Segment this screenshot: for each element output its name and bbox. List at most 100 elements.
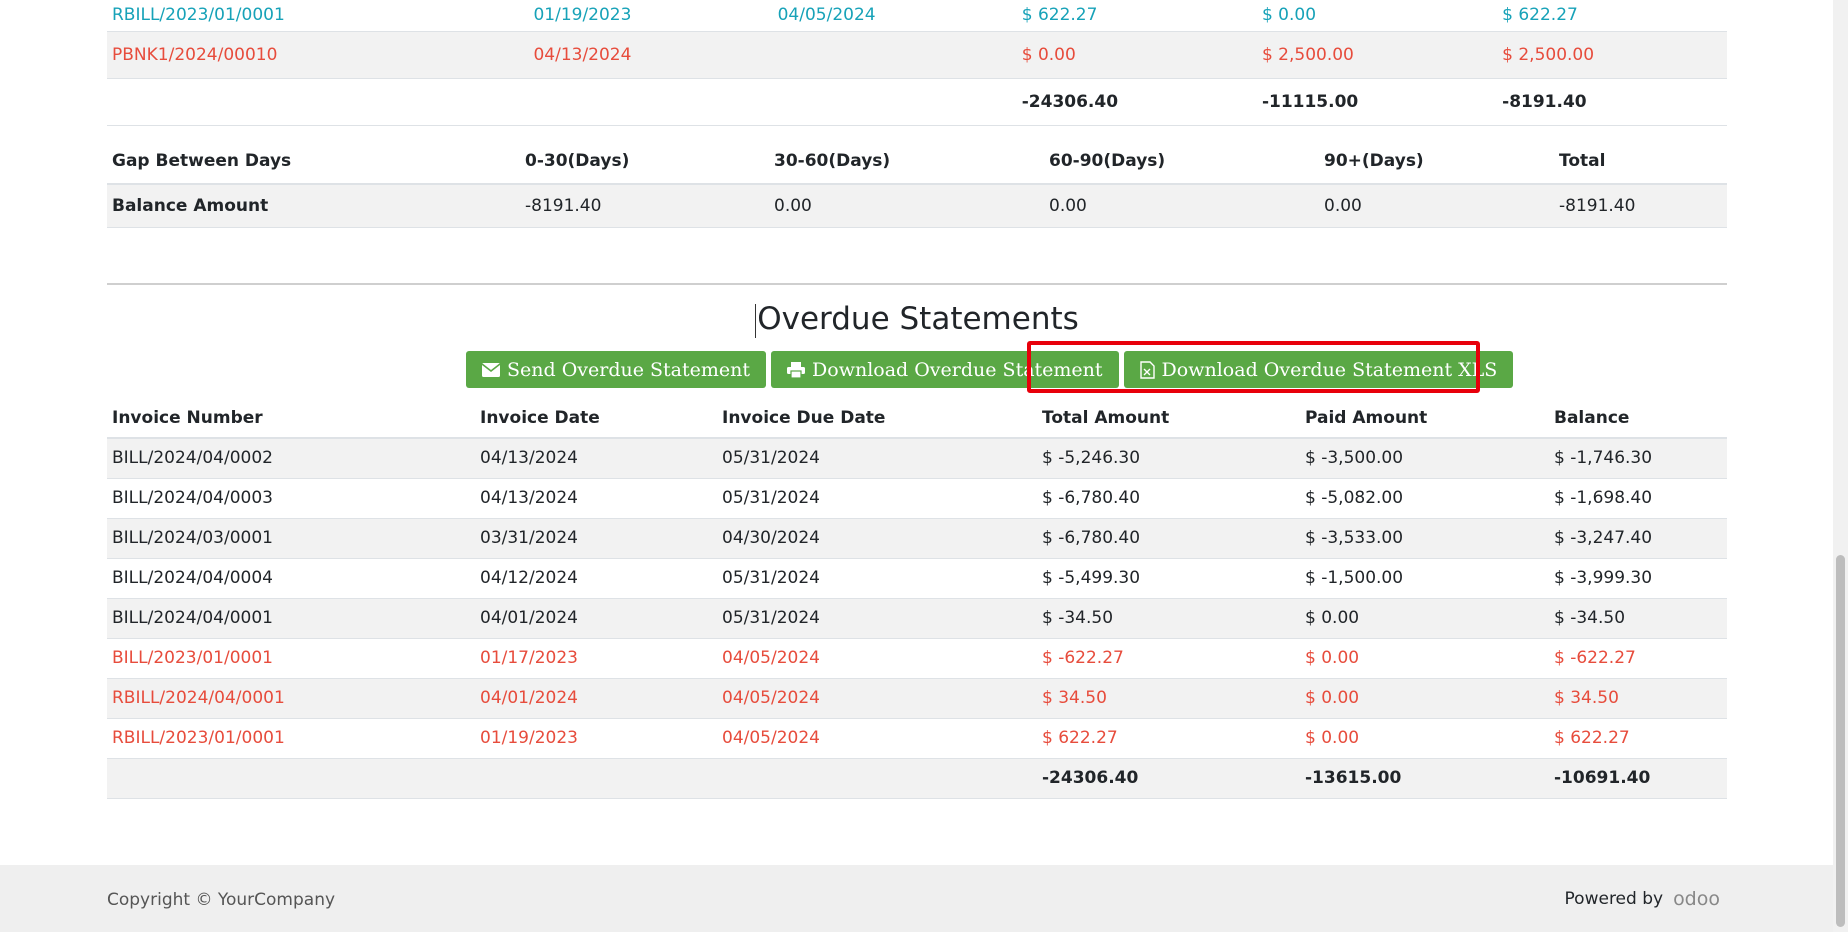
overdue-cell: BILL/2024/03/0001 [112,528,273,548]
overdue-cell: $ 0.00 [1305,608,1360,628]
overdue-cell: $ -1,500.00 [1305,568,1404,588]
overdue-row[interactable]: BILL/2024/04/0004 04/12/2024 05/31/2024 $ -… [107,558,1727,598]
overdue-cell: $ -5,082.00 [1305,488,1404,508]
overdue-cell: $ 34.50 [1042,688,1107,708]
aging-row: Balance Amount -8191.40 0.00 0.00 0.00 -… [107,183,1727,228]
overdue-cell: $ 0.00 [1305,648,1360,668]
overdue-cell: BILL/2024/04/0004 [112,568,273,588]
copyright-text: Copyright © YourCompany [107,890,336,910]
top-cell: $ 2,500.00 [1502,44,1595,65]
section-divider [107,283,1727,285]
overdue-cell: $ 622.27 [1042,728,1118,748]
top-cell: 01/19/2023 [533,5,632,26]
overdue-row[interactable]: BILL/2023/01/0001 01/17/2023 04/05/2024 $ -… [107,638,1727,678]
top-total-cell [107,78,528,125]
overdue-row[interactable]: BILL/2024/04/0002 04/13/2024 05/31/2024 $ -… [107,438,1727,478]
top-total-cell: -11115.00 [1261,91,1359,112]
overdue-cell: 01/19/2023 [480,728,578,748]
top-cell: $ 2,500.00 [1261,44,1354,65]
overdue-header: Paid Amount [1305,407,1428,428]
overdue-cell: 04/13/2024 [480,488,578,508]
overdue-cell: 03/31/2024 [480,528,578,548]
aging-header: 0-30(Days) [525,151,630,171]
overdue-total-cell [717,758,1037,798]
overdue-header-row: Invoice Number Invoice Date Invoice Due … [107,398,1727,438]
overdue-row[interactable]: RBILL/2023/01/0001 01/19/2023 04/05/2024 $ … [107,718,1727,758]
overdue-total-cell: -24306.40 [1042,768,1139,788]
overdue-cell: $ -34.50 [1042,608,1114,628]
overdue-cell: 04/12/2024 [480,568,578,588]
overdue-title: Overdue Statements [757,301,1079,337]
aging-table: Gap Between Days 0-30(Days) 30-60(Days) … [107,140,1727,229]
overdue-cell: BILL/2023/01/0001 [112,648,273,668]
overdue-cell: $ -5,499.30 [1042,568,1141,588]
overdue-cell: $ 34.50 [1554,688,1619,708]
send-overdue-label: Send Overdue Statement [507,358,751,381]
odoo-logo[interactable]: odoo [1673,888,1720,910]
overdue-cell: RBILL/2023/01/0001 [112,728,285,748]
top-cell: $ 0.00 [1021,44,1076,65]
aging-header: Gap Between Days [112,151,292,171]
overdue-cell: $ -1,698.40 [1554,488,1653,508]
overdue-row[interactable]: BILL/2024/04/0001 04/01/2024 05/31/2024 $ -… [107,598,1727,638]
aging-header: 30-60(Days) [774,151,891,171]
page-scrollbar[interactable] [1833,0,1848,932]
overdue-row[interactable]: BILL/2024/03/0001 03/31/2024 04/30/2024 $ -… [107,518,1727,558]
aging-cell: 0.00 [1324,195,1362,216]
top-cell: $ 0.00 [1261,5,1317,26]
overdue-total-cell: -10691.40 [1554,768,1651,788]
aging-cell: 0.00 [774,195,812,216]
top-row[interactable]: PBNK1/2024/00010 04/13/2024 $ 0.00 $ 2,500.… [107,31,1727,78]
overdue-cell: 04/05/2024 [722,648,820,668]
footer: Copyright © YourCompany Powered by odoo [0,865,1848,932]
printer-icon [787,361,806,378]
overdue-cell: $ -3,999.30 [1554,568,1653,588]
powered-by-label: Powered by [1564,889,1664,909]
overdue-cell: $ 0.00 [1305,728,1360,748]
overdue-cell: 01/17/2023 [480,648,578,668]
top-totals-row: -24306.40 -11115.00 -8191.40 [107,78,1727,125]
overdue-cell: 04/01/2024 [480,688,578,708]
overdue-header: Invoice Number [112,407,263,428]
aging-header: 90+(Days) [1324,151,1424,171]
aging-header: Total [1559,151,1606,171]
send-overdue-statement-button[interactable]: Send Overdue Statement [466,351,767,388]
overdue-total-cell: -13615.00 [1305,768,1402,788]
overdue-total-cell [107,758,475,798]
top-total-cell [773,78,1017,125]
overdue-header: Invoice Due Date [722,407,886,428]
overdue-row[interactable]: RBILL/2024/04/0001 04/01/2024 04/05/2024 $ … [107,678,1727,718]
overdue-cell: $ -3,247.40 [1554,528,1653,548]
overdue-cell: BILL/2024/04/0002 [112,448,273,469]
overdue-cell: BILL/2024/04/0001 [112,608,273,628]
overdue-row[interactable]: BILL/2024/04/0003 04/13/2024 05/31/2024 $ -… [107,478,1727,518]
top-row[interactable]: RBILL/2023/01/0001 01/19/2023 04/05/2024 $ … [107,0,1727,31]
scrollbar-thumb[interactable] [1836,555,1845,927]
overdue-cell: RBILL/2024/04/0001 [112,688,285,708]
overdue-cell: 04/13/2024 [480,448,578,469]
overdue-cell: $ -1,746.30 [1554,448,1653,469]
overdue-cell: 04/05/2024 [722,688,820,708]
overdue-cell: 05/31/2024 [722,448,820,469]
overdue-cell: 04/01/2024 [480,608,578,628]
aging-cell: Balance Amount [112,195,269,216]
aging-cell: -8191.40 [525,195,602,216]
overdue-cell: 04/30/2024 [722,528,820,548]
aging-cell: -8191.40 [1559,195,1636,216]
overdue-cell: $ -6,780.40 [1042,528,1141,548]
top-cell: RBILL/2023/01/0001 [112,5,285,26]
overdue-cell: 04/05/2024 [722,728,820,748]
overdue-cell: $ -5,246.30 [1042,448,1141,469]
aging-cell: 0.00 [1049,195,1087,216]
top-cell: $ 622.27 [1021,5,1098,26]
statement-page: RBILL/2023/01/0001 01/19/2023 04/05/2024 $ … [107,0,1727,798]
overdue-header: Total Amount [1042,407,1170,428]
overdue-cell: $ -6,780.40 [1042,488,1141,508]
overdue-cell: 05/31/2024 [722,488,820,508]
envelope-icon [482,362,500,377]
overdue-cell: BILL/2024/04/0003 [112,488,273,508]
overdue-header: Balance [1554,407,1630,428]
overdue-cell: $ 0.00 [1305,688,1360,708]
highlight-box [1027,341,1480,393]
statement-table: RBILL/2023/01/0001 01/19/2023 04/05/2024 $ … [107,0,1727,126]
